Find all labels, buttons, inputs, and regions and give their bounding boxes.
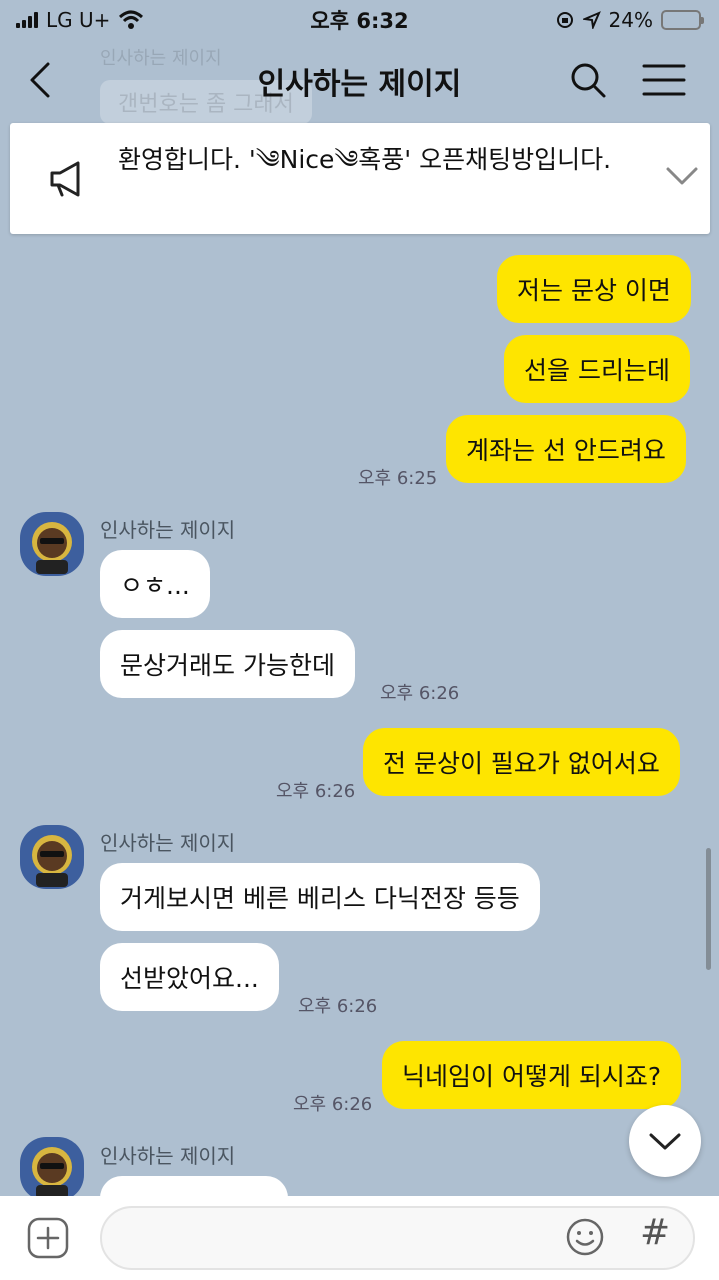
- message-time: 오후 6:26: [298, 996, 378, 1017]
- other-message[interactable]: 문상거래도 가능한데: [100, 630, 355, 698]
- plus-icon[interactable]: [26, 1216, 70, 1260]
- carrier-label: LG U+: [46, 8, 111, 32]
- back-icon[interactable]: [22, 60, 62, 100]
- signal-icon: [16, 12, 38, 28]
- search-icon[interactable]: [568, 60, 608, 100]
- message-time: 오후 6:26: [276, 781, 356, 802]
- message-time: 오후 6:26: [293, 1094, 373, 1115]
- avatar[interactable]: [20, 1137, 84, 1201]
- chevron-down-icon: [649, 1133, 681, 1150]
- other-message[interactable]: 거게보시면 베른 베리스 다닉전장 등등: [100, 863, 540, 931]
- my-message[interactable]: 닉네임이 어떻게 되시죠?: [382, 1041, 682, 1109]
- orientation-lock-icon: [556, 12, 573, 28]
- avatar[interactable]: [20, 512, 84, 576]
- emoji-icon[interactable]: [565, 1217, 605, 1257]
- my-message[interactable]: 선을 드리는데: [504, 335, 690, 403]
- my-message[interactable]: 전 문상이 필요가 없어서요: [363, 728, 680, 796]
- chat-header: 인사하는 제이지: [0, 40, 719, 122]
- menu-icon[interactable]: [642, 62, 686, 98]
- battery-icon: [661, 10, 704, 30]
- character-icon: [32, 835, 72, 887]
- sender-name: 인사하는 제이지: [100, 831, 236, 855]
- sender-name: 인사하는 제이지: [100, 1144, 236, 1168]
- scrollbar[interactable]: [706, 848, 711, 970]
- battery-percent: 24%: [608, 8, 653, 32]
- input-bar: #: [0, 1196, 719, 1280]
- notice-banner[interactable]: 환영합니다. '༄Nice༄혹풍' 오픈채팅방입니다.: [10, 123, 710, 234]
- wifi-icon: [119, 10, 144, 29]
- sender-name: 인사하는 제이지: [100, 518, 236, 542]
- chat-title: 인사하는 제이지: [257, 67, 462, 102]
- hashtag-button[interactable]: #: [640, 1212, 670, 1253]
- other-message[interactable]: 선받았어요...: [100, 943, 279, 1011]
- message-input[interactable]: [100, 1206, 695, 1270]
- character-icon: [32, 1147, 72, 1199]
- character-icon: [32, 522, 72, 574]
- message-time: 오후 6:25: [358, 468, 438, 489]
- megaphone-icon: [50, 161, 80, 197]
- scroll-to-bottom-button[interactable]: [629, 1105, 701, 1177]
- notice-text: 환영합니다. '༄Nice༄혹풍' 오픈채팅방입니다.: [118, 145, 612, 174]
- my-message[interactable]: 저는 문상 이면: [497, 255, 691, 323]
- avatar[interactable]: [20, 825, 84, 889]
- location-icon: [582, 11, 601, 29]
- other-message[interactable]: ㅇㅎ...: [100, 550, 210, 618]
- message-time: 오후 6:26: [380, 683, 460, 704]
- my-message[interactable]: 계좌는 선 안드려요: [446, 415, 686, 483]
- status-bar: LG U+ 오후 6:32 24%: [0, 0, 719, 40]
- chevron-down-icon[interactable]: [664, 161, 700, 191]
